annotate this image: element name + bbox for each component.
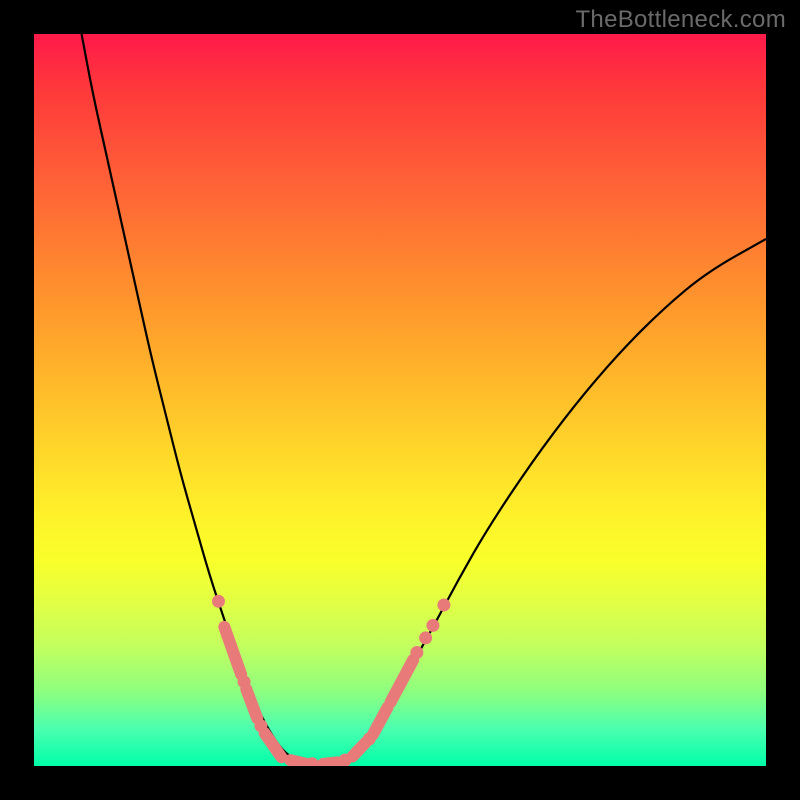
marker-segment <box>290 760 306 764</box>
chart-frame: TheBottleneck.com <box>0 0 800 800</box>
marker-segment <box>390 660 413 702</box>
marker-segment <box>352 743 365 757</box>
marker-segment <box>323 762 338 763</box>
marker-segment <box>265 733 282 757</box>
chart-overlay <box>34 34 766 766</box>
watermark-text: TheBottleneck.com <box>575 6 786 34</box>
marker-dot <box>419 631 432 644</box>
marker-dot <box>437 598 450 611</box>
marker-dot <box>410 646 423 659</box>
marker-segment <box>246 689 257 718</box>
bottleneck-curve <box>82 34 766 764</box>
marker-layer <box>212 595 450 766</box>
marker-segment <box>373 707 388 734</box>
marker-dot <box>212 595 225 608</box>
marker-segment <box>224 627 241 675</box>
marker-dot <box>426 619 439 632</box>
curve-layer <box>82 34 766 764</box>
